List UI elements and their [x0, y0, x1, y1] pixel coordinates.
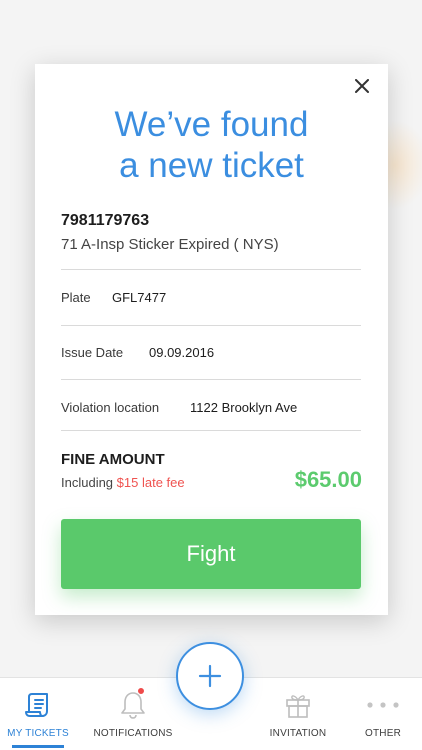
fine-amount-value: $65.00	[294, 467, 362, 492]
ticket-scroll-icon	[25, 690, 51, 720]
violation-description: 71 A-Insp Sticker Expired ( NYS)	[61, 236, 279, 253]
modal-title-line1: We’ve found	[114, 105, 309, 144]
add-ticket-button[interactable]	[176, 642, 244, 710]
fight-button[interactable]: Fight	[61, 519, 361, 589]
tab-notifications[interactable]: NOTIFICATIONS	[88, 678, 178, 750]
ticket-number: 7981179763	[61, 212, 150, 229]
new-ticket-modal: We’ve found a new ticket 7981179763 71 A…	[35, 64, 388, 615]
close-button[interactable]	[350, 74, 374, 98]
modal-title-line2: a new ticket	[119, 146, 304, 185]
divider	[61, 269, 361, 270]
tab-invitation[interactable]: INVITATION	[262, 678, 334, 750]
notification-badge	[137, 687, 145, 695]
tab-label: MY TICKETS	[7, 728, 69, 739]
modal-title: We’ve found a new ticket	[35, 104, 388, 186]
bell-icon	[119, 687, 147, 720]
including-label: Including	[61, 475, 114, 490]
tab-label: INVITATION	[269, 728, 327, 739]
more-dots-icon	[366, 690, 400, 720]
active-tab-indicator	[12, 745, 64, 748]
tab-label: OTHER	[365, 728, 401, 739]
issue-date-label: Issue Date	[61, 345, 124, 360]
divider	[61, 430, 361, 431]
gift-icon	[285, 690, 311, 720]
violation-location-value: 1122 Brooklyn Ave	[190, 400, 298, 415]
violation-location-label: Violation location	[61, 400, 160, 415]
divider	[61, 325, 361, 326]
screen: We’ve found a new ticket 7981179763 71 A…	[0, 0, 422, 750]
tab-my-tickets[interactable]: MY TICKETS	[5, 678, 71, 750]
fine-amount-title: FINE AMOUNT	[61, 451, 165, 468]
tab-label: NOTIFICATIONS	[93, 728, 173, 739]
plate-label: Plate	[61, 290, 91, 305]
close-icon	[355, 79, 369, 93]
fine-including-text: Including $15 late fee	[61, 475, 185, 490]
plate-value: GFL7477	[112, 290, 167, 305]
late-fee-text: $15 late fee	[116, 475, 185, 490]
divider	[61, 379, 361, 380]
tab-other[interactable]: OTHER	[354, 678, 412, 750]
issue-date-value: 09.09.2016	[149, 345, 215, 360]
plus-icon	[198, 664, 222, 688]
